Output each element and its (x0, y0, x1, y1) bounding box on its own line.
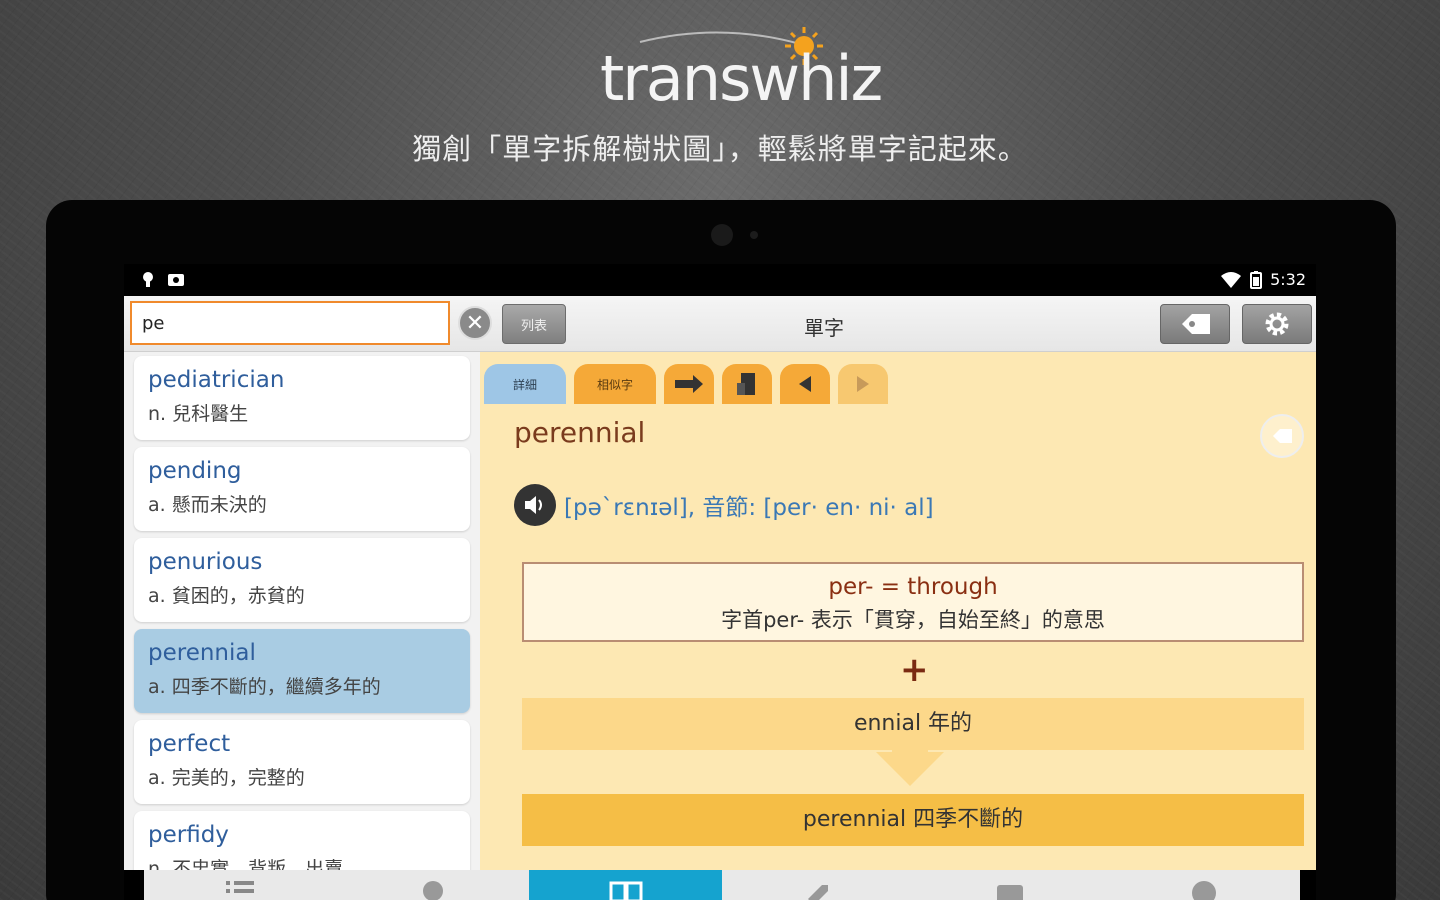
wifi-icon (1221, 271, 1242, 288)
tag-button[interactable] (1160, 304, 1230, 344)
bottom-navigation (144, 870, 1300, 900)
transwhiz-logo: transwhiz (600, 22, 883, 117)
tab-previous[interactable] (780, 364, 830, 404)
list-item[interactable]: penurious a. 貧困的，赤貧的 (134, 538, 470, 622)
list-item-definition: n. 不忠實，背叛，出賣 (148, 858, 344, 870)
clear-search-button[interactable]: ✕ (458, 306, 492, 340)
logo-text: transwhiz (600, 42, 883, 115)
next-arrow-icon (857, 376, 869, 392)
swap-icon (675, 375, 703, 393)
list-item-word: pending (148, 458, 242, 484)
tab-swap[interactable] (664, 364, 714, 404)
list-icon (226, 881, 255, 893)
list-item-definition: a. 懸而未決的 (148, 494, 267, 516)
gear-icon (1265, 312, 1289, 336)
close-icon: ✕ (465, 310, 485, 336)
main-content: pediatrician n. 兒科醫生 pending a. 懸而未決的 pe… (124, 352, 1316, 870)
list-item-word: pediatrician (148, 367, 285, 393)
list-item-definition: n. 兒科醫生 (148, 403, 249, 425)
tag-icon (1273, 429, 1292, 443)
word-list: pediatrician n. 兒科醫生 pending a. 懸而未決的 pe… (124, 352, 480, 870)
phonetic-text: [pə`rɛnɪəl], 音節: [per· en· ni· al] (564, 495, 934, 521)
photo-icon (168, 274, 184, 286)
info-icon (1191, 881, 1216, 900)
tab-similar-words[interactable]: 相似字 (574, 364, 656, 404)
list-item-definition: a. 完美的，完整的 (148, 767, 305, 789)
prefix-title: per- = through (828, 574, 998, 600)
plus-sign: + (900, 650, 929, 690)
prefix-description: 字首per- 表示「貫穿，自始至終」的意思 (721, 608, 1105, 632)
speaker-icon (525, 496, 542, 514)
list-item-definition: a. 貧困的，赤貧的 (148, 585, 305, 607)
nav-flashcard[interactable] (915, 870, 1108, 900)
camera-icon (711, 224, 733, 246)
settings-button[interactable] (1242, 304, 1312, 344)
detail-tabs: 詳細 相似字 (484, 364, 888, 404)
list-item-word: perfidy (148, 822, 229, 848)
notification-icon (143, 272, 153, 287)
status-bar: 5:32 (124, 264, 1316, 296)
list-item[interactable]: perfect a. 完美的，完整的 (134, 720, 470, 804)
nav-list[interactable] (144, 870, 337, 900)
list-item-selected[interactable]: perennial a. 四季不斷的，繼續多年的 (134, 629, 470, 713)
list-item[interactable]: pediatrician n. 兒科醫生 (134, 356, 470, 440)
toolbar: ✕ 列表 單字 (124, 296, 1316, 352)
detail-word-title: perennial (514, 416, 646, 449)
word-detail-panel: 詳細 相似字 perennial [pə`rɛnɪəl], 音節: [per· … (480, 352, 1316, 870)
list-item[interactable]: pending a. 懸而未決的 (134, 447, 470, 531)
list-item-word: perfect (148, 731, 231, 757)
app-screen: 5:32 ✕ 列表 單字 pediatrician n. 兒科醫生 (124, 264, 1316, 900)
head-icon (423, 881, 443, 900)
page-title: 單字 (804, 316, 844, 340)
search-input[interactable] (130, 301, 450, 345)
flashcard-icon (997, 885, 1024, 900)
list-item-word: penurious (148, 549, 263, 575)
list-item[interactable]: perfidy n. 不忠實，背叛，出賣 (134, 811, 470, 870)
prev-arrow-icon (799, 376, 811, 392)
pronounce-button[interactable] (514, 484, 556, 526)
nav-info[interactable] (1107, 870, 1300, 900)
battery-icon (1250, 270, 1263, 289)
tag-icon (1182, 314, 1210, 334)
down-arrow-icon (876, 752, 944, 786)
nav-head[interactable] (337, 870, 530, 900)
book-open-icon (609, 881, 643, 900)
book-icon (737, 373, 755, 395)
tagline: 獨創「單字拆解樹狀圖」，輕鬆將單字記起來。 (412, 132, 1028, 166)
root-box: ennial 年的 (522, 698, 1304, 750)
sensor-icon (750, 231, 758, 239)
list-item-definition: a. 四季不斷的，繼續多年的 (148, 676, 381, 698)
tab-next[interactable] (838, 364, 888, 404)
prefix-box: per- = through 字首per- 表示「貫穿，自始至終」的意思 (522, 562, 1304, 642)
list-item-word: perennial (148, 640, 256, 666)
list-button[interactable]: 列表 (502, 304, 566, 344)
nav-book[interactable] (529, 870, 723, 900)
status-time: 5:32 (1270, 270, 1306, 289)
tab-detail[interactable]: 詳細 (484, 364, 566, 404)
result-box: perennial 四季不斷的 (522, 794, 1304, 846)
nav-tag[interactable] (722, 870, 915, 900)
tab-book[interactable] (722, 364, 772, 404)
tag-icon (808, 885, 829, 900)
add-tag-button[interactable] (1260, 414, 1304, 458)
